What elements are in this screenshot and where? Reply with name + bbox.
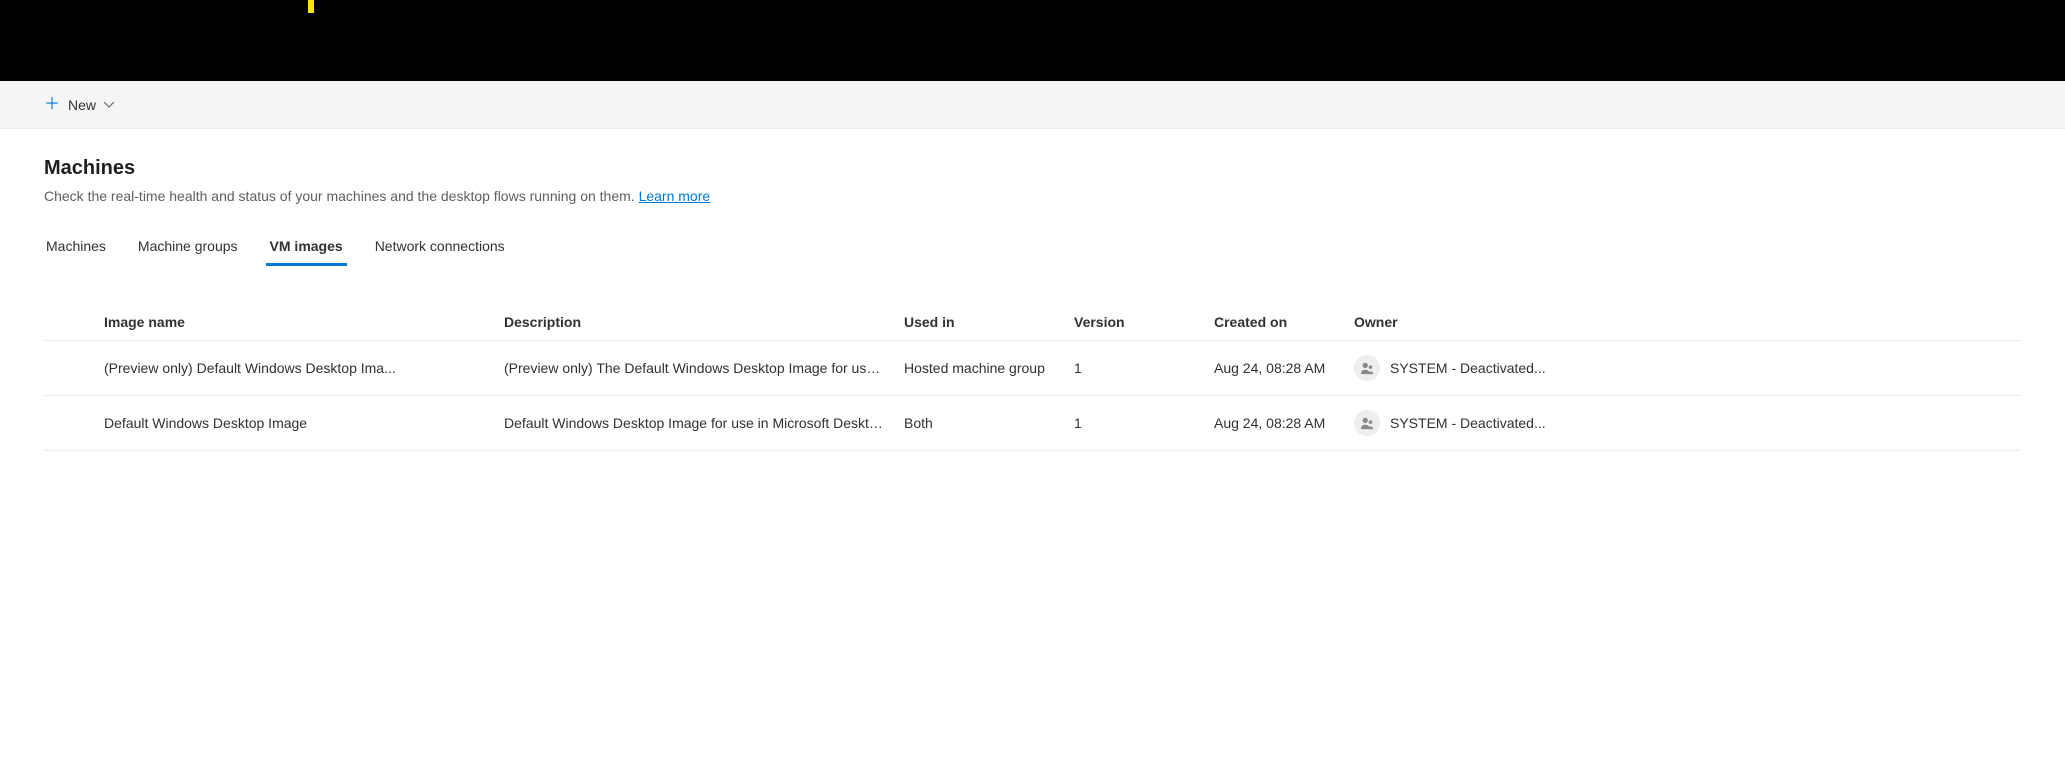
cell-created-on: Aug 24, 08:28 AM [1214, 415, 1354, 431]
cell-owner: SYSTEM - Deactivated... [1354, 410, 2021, 436]
cell-description: (Preview only) The Default Windows Deskt… [504, 360, 904, 376]
cell-image-name[interactable]: (Preview only) Default Windows Desktop I… [104, 360, 504, 376]
table-row[interactable]: (Preview only) Default Windows Desktop I… [44, 341, 2021, 396]
table-row[interactable]: Default Windows Desktop Image Default Wi… [44, 396, 2021, 451]
col-header-used-in[interactable]: Used in [904, 314, 1074, 330]
owner-avatar-icon [1354, 355, 1380, 381]
tab-machines[interactable]: Machines [44, 228, 108, 264]
tab-machine-groups[interactable]: Machine groups [136, 228, 240, 264]
top-header-bar [0, 0, 2065, 81]
content-area: Machines Check the real-time health and … [0, 129, 2065, 479]
plus-icon: ＋ [44, 97, 60, 113]
tabs-container: Machines Machine groups VM images Networ… [44, 228, 2021, 264]
page-subtitle: Check the real-time health and status of… [44, 188, 2021, 204]
learn-more-link[interactable]: Learn more [639, 188, 711, 204]
cell-image-name[interactable]: Default Windows Desktop Image [104, 415, 504, 431]
cell-owner-text: SYSTEM - Deactivated... [1390, 415, 1546, 431]
cell-version: 1 [1074, 415, 1214, 431]
command-bar: ＋ New [0, 81, 2065, 129]
col-header-created-on[interactable]: Created on [1214, 314, 1354, 330]
col-header-owner[interactable]: Owner [1354, 314, 2021, 330]
cell-used-in: Hosted machine group [904, 360, 1074, 376]
page-title: Machines [44, 157, 2021, 180]
yellow-marker [308, 0, 314, 13]
col-header-image-name[interactable]: Image name [104, 314, 504, 330]
tab-vm-images[interactable]: VM images [268, 228, 345, 264]
new-button[interactable]: ＋ New [40, 91, 118, 119]
col-header-version[interactable]: Version [1074, 314, 1214, 330]
page-subtitle-text: Check the real-time health and status of… [44, 188, 639, 204]
new-button-label: New [68, 97, 96, 113]
chevron-down-icon [104, 100, 114, 110]
cell-version: 1 [1074, 360, 1214, 376]
table-header-row: Image name Description Used in Version C… [44, 304, 2021, 341]
vm-images-table: Image name Description Used in Version C… [44, 304, 2021, 451]
tab-network-connections[interactable]: Network connections [373, 228, 507, 264]
cell-used-in: Both [904, 415, 1074, 431]
cell-owner: SYSTEM - Deactivated... [1354, 355, 2021, 381]
cell-created-on: Aug 24, 08:28 AM [1214, 360, 1354, 376]
col-header-description[interactable]: Description [504, 314, 904, 330]
col-header-select [44, 314, 104, 330]
cell-description: Default Windows Desktop Image for use in… [504, 415, 904, 431]
cell-owner-text: SYSTEM - Deactivated... [1390, 360, 1546, 376]
owner-avatar-icon [1354, 410, 1380, 436]
